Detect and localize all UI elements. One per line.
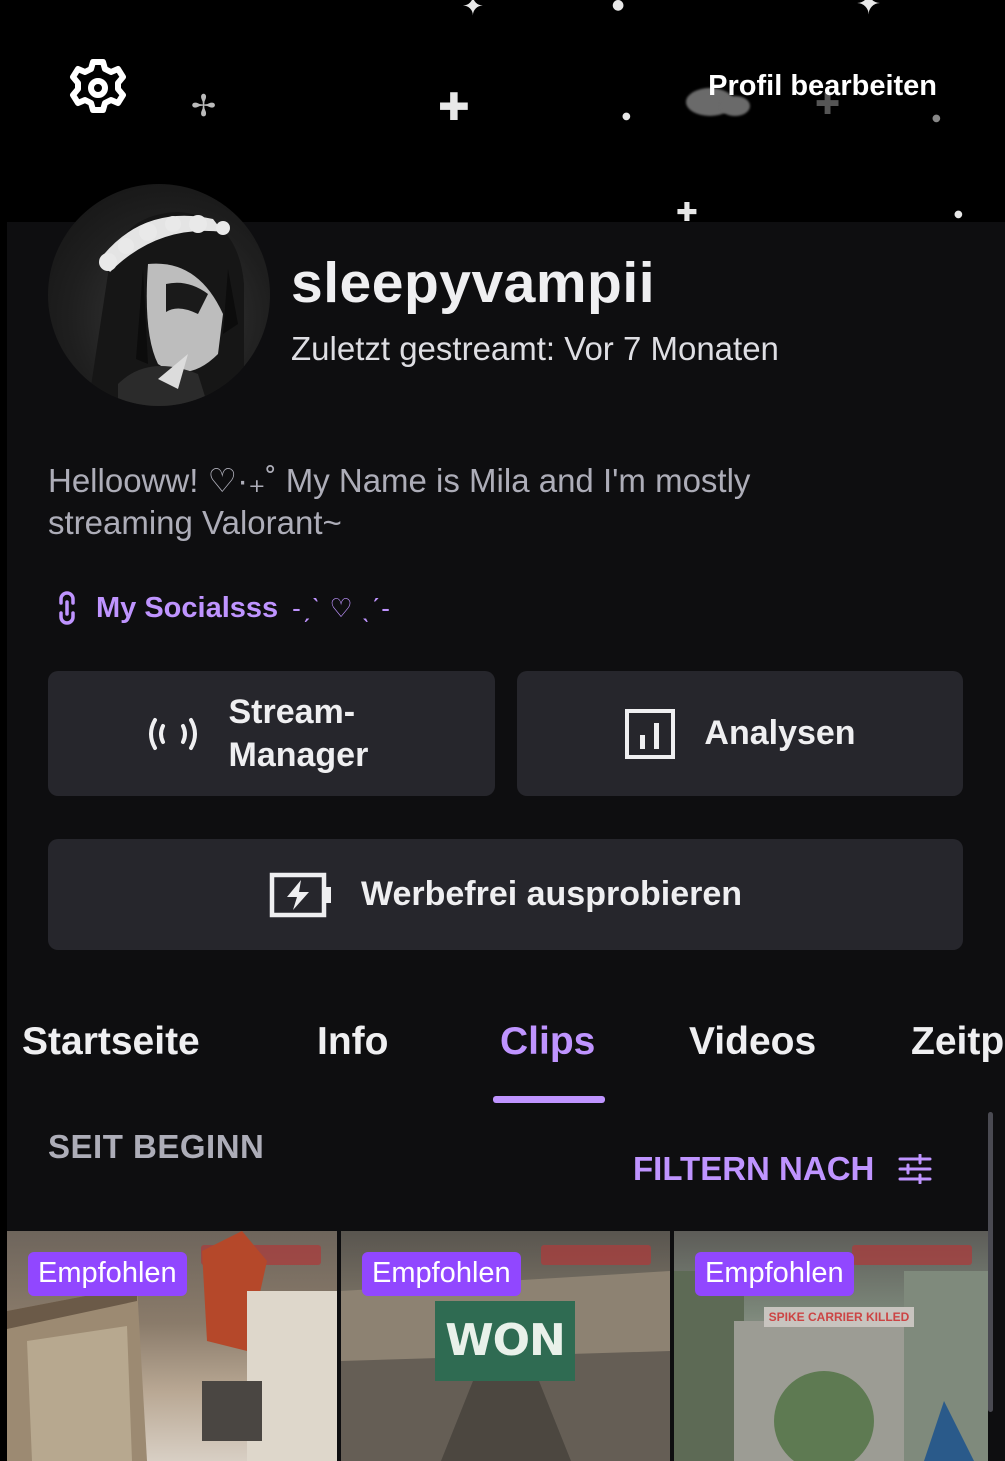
link-icon (59, 591, 75, 625)
broadcast-icon (148, 717, 197, 750)
scrollbar[interactable] (988, 1112, 993, 1412)
bar-chart-icon (625, 708, 676, 759)
stream-manager-button[interactable]: Stream-Manager (48, 671, 495, 796)
socials-label: My Socialsss (96, 591, 279, 624)
tab-home[interactable]: Startseite (22, 1020, 200, 1064)
username: sleepyvampii (291, 251, 656, 315)
tab-clips[interactable]: Clips (500, 1020, 595, 1064)
banner-star-icon: ● (932, 113, 941, 124)
banner-star-icon: ● (612, 0, 625, 13)
won-banner: WON (435, 1301, 575, 1381)
battery-bolt-icon (269, 872, 331, 917)
filter-sliders-icon (898, 1154, 932, 1184)
filter-label: FILTERN NACH (633, 1150, 875, 1187)
banner-star-icon: ✢ (191, 89, 217, 124)
avatar-image (88, 212, 244, 406)
analytics-label: Analysen (704, 714, 856, 752)
avatar[interactable] (48, 184, 270, 406)
featured-badge: Empfohlen (695, 1252, 854, 1296)
last-streamed-text: Zuletzt gestreamt: Vor 7 Monaten (291, 330, 779, 367)
banner-star-icon: ✦ (462, 0, 484, 22)
profile-tabs: Startseite Info Clips Videos Zeitp (0, 1020, 1005, 1080)
gear-icon[interactable] (66, 56, 130, 120)
banner-star-icon: ✚ (438, 85, 470, 129)
socials-link[interactable]: My Socialsss -ˏˋ ♡ ˎˊ- (52, 588, 391, 628)
clip-thumbnail[interactable]: WON Empfohlen (341, 1231, 670, 1461)
clip-thumbnail[interactable]: SPIKE CARRIER KILLED Empfohlen (674, 1231, 988, 1461)
tab-info[interactable]: Info (317, 1020, 388, 1064)
banner-star-icon: ● (954, 209, 963, 220)
featured-badge: Empfohlen (28, 1252, 187, 1296)
analytics-button[interactable]: Analysen (517, 671, 963, 796)
filter-button[interactable]: FILTERN NACH (633, 1150, 932, 1188)
tab-schedule[interactable]: Zeitp (911, 1020, 1004, 1064)
socials-decoration: -ˏˋ ♡ ˎˊ- (292, 592, 391, 623)
banner-star-icon: ● (622, 111, 631, 122)
active-tab-indicator (493, 1096, 605, 1103)
period-label[interactable]: SEIT BEGINN (48, 1128, 264, 1166)
featured-badge: Empfohlen (362, 1252, 521, 1296)
edit-profile-button[interactable]: Profil bearbeiten (708, 70, 937, 103)
ad-free-label: Werbefrei ausprobieren (360, 875, 743, 913)
bio-text: Hellooww! ♡·₊˚ My Name is Mila and I'm m… (48, 462, 751, 541)
banner-star-icon: ✦ (856, 0, 882, 22)
clip-thumbnail[interactable]: Empfohlen (7, 1231, 337, 1461)
ad-free-button[interactable]: Werbefrei ausprobieren (48, 839, 963, 950)
tab-videos[interactable]: Videos (689, 1020, 816, 1064)
stream-manager-label: Stream-Manager (228, 692, 369, 774)
kill-feed-banner: SPIKE CARRIER KILLED (764, 1307, 914, 1327)
